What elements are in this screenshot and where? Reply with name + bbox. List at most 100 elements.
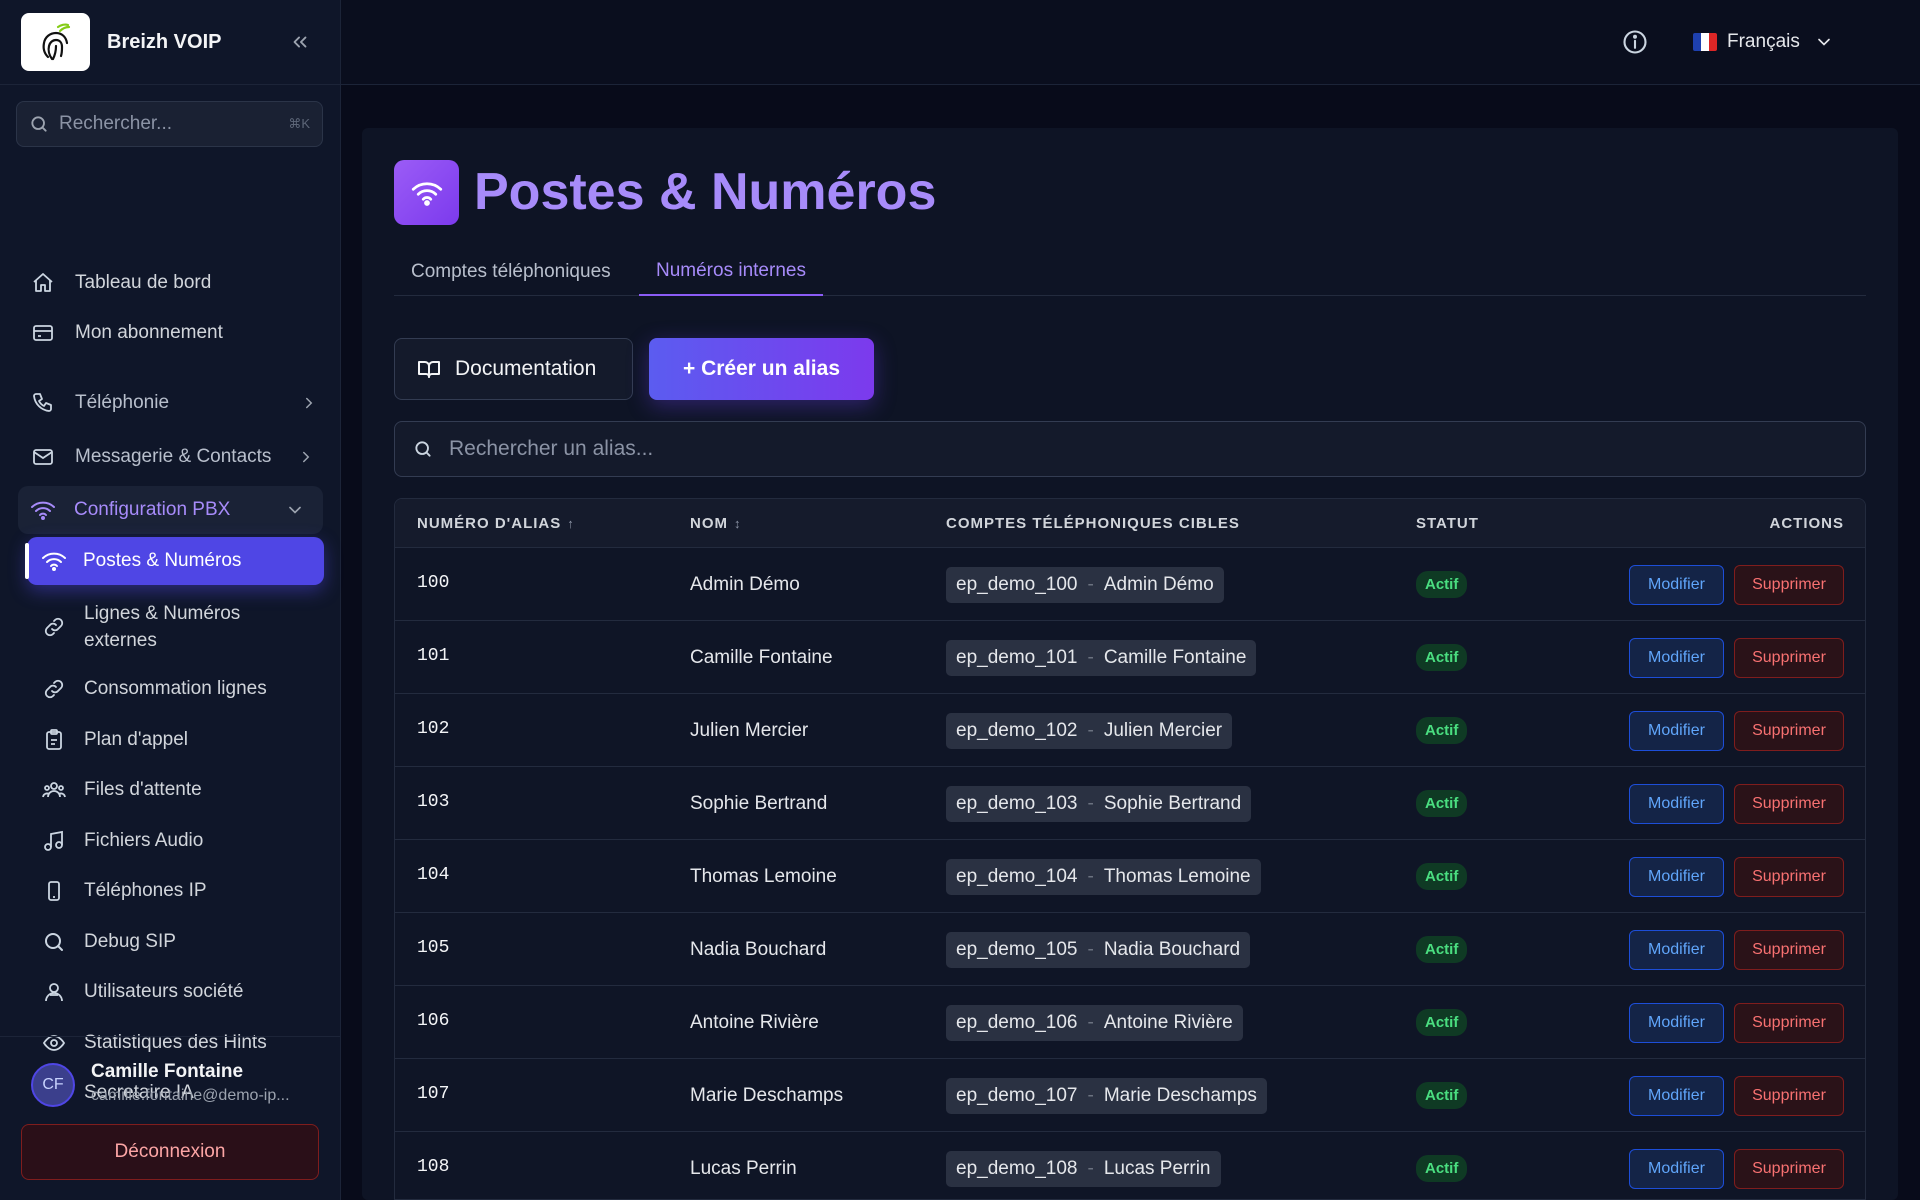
link-icon bbox=[41, 614, 67, 640]
table-row: 108 Lucas Perrin ep_demo_108- Lucas Perrin A… bbox=[395, 1132, 1865, 1199]
delete-button[interactable]: Supprimer bbox=[1734, 637, 1844, 678]
sidebar-item-label: Mon abonnement bbox=[75, 322, 223, 343]
separator: - bbox=[1087, 792, 1094, 814]
target-account-chip: ep_demo_106- Antoine Rivière bbox=[946, 1004, 1243, 1041]
delete-button[interactable]: Supprimer bbox=[1734, 856, 1844, 897]
target-account-chip: ep_demo_107- Marie Deschamps bbox=[946, 1077, 1267, 1114]
status-badge: Actif bbox=[1416, 717, 1468, 744]
alias-search-input[interactable] bbox=[449, 437, 1749, 461]
sidebar-item-company-users[interactable]: Utilisateurs société bbox=[0, 976, 300, 1008]
avatar[interactable]: CF bbox=[31, 1063, 75, 1107]
chevron-right-icon bbox=[300, 394, 318, 412]
alias-name: Admin Démo bbox=[690, 573, 800, 595]
delete-button[interactable]: Supprimer bbox=[1734, 710, 1844, 751]
actions-cell: Modifier Supprimer bbox=[1629, 767, 1844, 840]
sidebar-item-extensions[interactable]: Postes & Numéros bbox=[25, 537, 324, 585]
sidebar-item-messaging[interactable]: Messagerie & Contacts bbox=[30, 441, 315, 473]
status-cell: Actif bbox=[1416, 913, 1468, 986]
column-actions: ACTIONS bbox=[1769, 515, 1844, 532]
documentation-label: Documentation bbox=[455, 357, 597, 380]
edit-button[interactable]: Modifier bbox=[1629, 564, 1724, 605]
column-name[interactable]: NOM ↕ bbox=[690, 499, 742, 548]
sidebar-item-label: Consommation lignes bbox=[84, 678, 267, 699]
sidebar-item-queues[interactable]: Files d'attente bbox=[0, 774, 300, 806]
home-icon bbox=[30, 270, 56, 296]
column-number[interactable]: NUMÉRO D'ALIAS ↑ bbox=[417, 499, 575, 548]
sidebar-item-subscription[interactable]: Mon abonnement bbox=[30, 317, 223, 349]
actions-cell: Modifier Supprimer bbox=[1629, 1059, 1844, 1132]
edit-button[interactable]: Modifier bbox=[1629, 637, 1724, 678]
sidebar-item-label: Debug SIP bbox=[84, 931, 176, 952]
sidebar-item-label: Configuration PBX bbox=[74, 499, 231, 520]
alias-search[interactable] bbox=[394, 421, 1866, 477]
alias-number: 105 bbox=[417, 937, 450, 958]
delete-button[interactable]: Supprimer bbox=[1734, 564, 1844, 605]
table-row: 106 Antoine Rivière ep_demo_106- Antoine Ri… bbox=[395, 986, 1865, 1059]
tab-phone-accounts[interactable]: Comptes téléphoniques bbox=[394, 248, 628, 296]
target-account-chip: ep_demo_100- Admin Démo bbox=[946, 566, 1224, 603]
status-badge: Actif bbox=[1416, 644, 1468, 671]
status-badge: Actif bbox=[1416, 1082, 1468, 1109]
target-cell: ep_demo_101- Camille Fontaine bbox=[946, 621, 1257, 694]
sidebar-item-dial-plan[interactable]: Plan d'appel bbox=[0, 724, 300, 756]
sidebar-search-input[interactable] bbox=[59, 113, 279, 135]
credit-card-icon bbox=[30, 320, 56, 346]
fingerprint-icon[interactable] bbox=[21, 13, 90, 71]
create-alias-button[interactable]: + Créer un alias bbox=[649, 338, 874, 400]
edit-button[interactable]: Modifier bbox=[1629, 1075, 1724, 1116]
actions-cell: Modifier Supprimer bbox=[1629, 621, 1844, 694]
user-name: Camille Fontaine bbox=[91, 1061, 244, 1082]
search-icon bbox=[413, 439, 433, 459]
delete-button[interactable]: Supprimer bbox=[1734, 1002, 1844, 1043]
actions-cell: Modifier Supprimer bbox=[1629, 1132, 1844, 1199]
edit-button[interactable]: Modifier bbox=[1629, 783, 1724, 824]
status-cell: Actif bbox=[1416, 694, 1468, 767]
status-badge: Actif bbox=[1416, 1155, 1468, 1182]
sidebar-item-debug-sip[interactable]: Debug SIP bbox=[0, 926, 300, 958]
actions-cell: Modifier Supprimer bbox=[1629, 694, 1844, 767]
status-badge: Actif bbox=[1416, 571, 1468, 598]
alias-number: 102 bbox=[417, 718, 450, 739]
status-cell: Actif bbox=[1416, 1132, 1468, 1199]
sidebar-item-label: Téléphones IP bbox=[84, 880, 207, 901]
logout-button[interactable]: Déconnexion bbox=[21, 1124, 319, 1180]
edit-button[interactable]: Modifier bbox=[1629, 1002, 1724, 1043]
tab-internal-numbers[interactable]: Numéros internes bbox=[639, 248, 823, 296]
actions-cell: Modifier Supprimer bbox=[1629, 986, 1844, 1059]
language-label: Français bbox=[1727, 31, 1800, 52]
account-id: ep_demo_101 bbox=[956, 646, 1078, 668]
edit-button[interactable]: Modifier bbox=[1629, 929, 1724, 970]
sidebar-item-external-lines[interactable]: Lignes & Numéros externes bbox=[0, 597, 300, 657]
sidebar-search[interactable]: ⌘K bbox=[16, 101, 323, 147]
collapse-sidebar-icon[interactable] bbox=[285, 27, 315, 57]
delete-button[interactable]: Supprimer bbox=[1734, 1148, 1844, 1189]
account-id: ep_demo_107 bbox=[956, 1084, 1078, 1106]
alias-name: Nadia Bouchard bbox=[690, 938, 827, 960]
edit-button[interactable]: Modifier bbox=[1629, 710, 1724, 751]
sidebar-item-dashboard[interactable]: Tableau de bord bbox=[30, 267, 211, 299]
sidebar-item-audio-files[interactable]: Fichiers Audio bbox=[0, 825, 300, 857]
table-header: NUMÉRO D'ALIAS ↑ NOM ↕ COMPTES TÉLÉPHONIQU… bbox=[395, 499, 1865, 548]
separator: - bbox=[1087, 1011, 1094, 1033]
target-account-chip: ep_demo_103- Sophie Bertrand bbox=[946, 785, 1252, 822]
separator: - bbox=[1087, 1157, 1094, 1179]
sidebar-item-line-usage[interactable]: Consommation lignes bbox=[0, 673, 300, 705]
documentation-button[interactable]: Documentation bbox=[394, 338, 633, 400]
top-bar: Français bbox=[341, 0, 1920, 85]
table-row: 103 Sophie Bertrand ep_demo_103- Sophie Ber… bbox=[395, 767, 1865, 840]
delete-button[interactable]: Supprimer bbox=[1734, 929, 1844, 970]
edit-button[interactable]: Modifier bbox=[1629, 856, 1724, 897]
delete-button[interactable]: Supprimer bbox=[1734, 1075, 1844, 1116]
info-icon[interactable] bbox=[1621, 28, 1649, 56]
sidebar-item-label: Plan d'appel bbox=[84, 729, 188, 750]
sidebar-item-pbx-config[interactable]: Configuration PBX bbox=[18, 486, 323, 534]
edit-button[interactable]: Modifier bbox=[1629, 1148, 1724, 1189]
status-cell: Actif bbox=[1416, 986, 1468, 1059]
delete-button[interactable]: Supprimer bbox=[1734, 783, 1844, 824]
sidebar-item-telephony[interactable]: Téléphonie bbox=[30, 387, 323, 419]
sidebar-item-label: Lignes & Numéros externes bbox=[84, 603, 241, 651]
target-cell: ep_demo_105- Nadia Bouchard bbox=[946, 913, 1251, 986]
language-selector[interactable]: Français bbox=[1693, 22, 1834, 62]
account-id: ep_demo_100 bbox=[956, 573, 1078, 595]
sidebar-item-ip-phones[interactable]: Téléphones IP bbox=[0, 875, 300, 907]
